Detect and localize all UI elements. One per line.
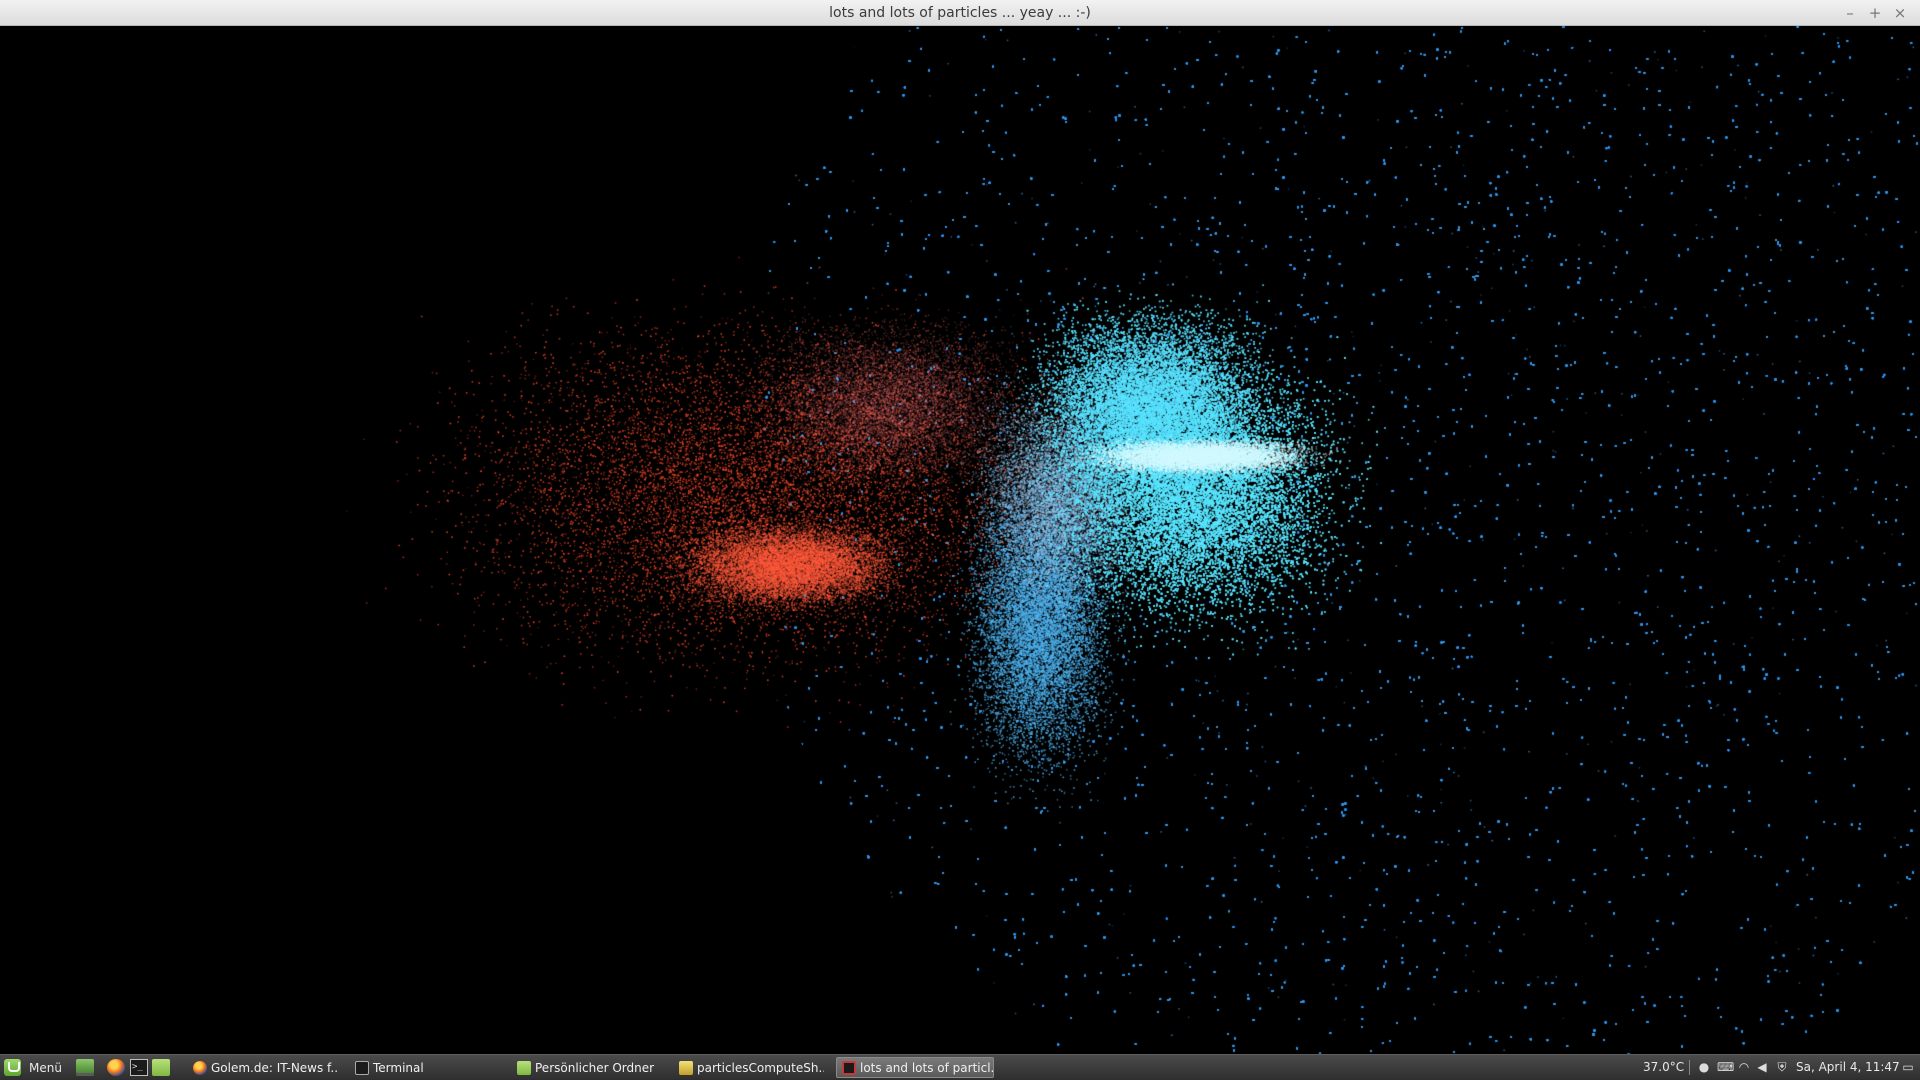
temperature-readout: 37.0°C <box>1643 1060 1685 1074</box>
maximize-button[interactable]: + <box>1865 3 1885 23</box>
minimize-button[interactable]: – <box>1840 3 1860 23</box>
files-launcher-icon[interactable] <box>152 1059 170 1076</box>
tray-separator <box>1689 1060 1690 1075</box>
folder-icon <box>517 1060 531 1075</box>
menu-label: Menü <box>29 1060 62 1075</box>
task-label: particlesComputeSh... <box>697 1060 824 1075</box>
taskbar: Menü >_ Golem.de: IT-News f... Terminal … <box>0 1054 1920 1080</box>
task-label: lots and lots of particl... <box>860 1060 994 1075</box>
opengl-window-icon <box>842 1060 856 1075</box>
particle-render-viewport[interactable] <box>1 26 1919 1054</box>
close-button[interactable]: × <box>1890 3 1910 23</box>
task-label: Persönlicher Ordner <box>535 1060 655 1075</box>
task-personal-folder[interactable]: Persönlicher Ordner <box>512 1057 662 1078</box>
task-terminal[interactable]: Terminal <box>350 1057 500 1078</box>
keyboard-icon[interactable]: ⌨ <box>1717 1060 1734 1074</box>
window-title: lots and lots of particles ... yeay ... … <box>829 5 1091 21</box>
task-label: Terminal <box>373 1060 424 1075</box>
wifi-icon[interactable]: ◠ <box>1737 1060 1751 1074</box>
particle-canvas[interactable] <box>1 26 1919 1054</box>
show-desktop-launcher-icon[interactable] <box>76 1059 94 1076</box>
mint-logo-icon <box>4 1059 21 1076</box>
task-particles-compute-shader[interactable]: particlesComputeSh... <box>674 1057 824 1078</box>
text-editor-icon <box>679 1060 693 1075</box>
task-label: Golem.de: IT-News f... <box>211 1060 338 1075</box>
terminal-icon <box>355 1060 369 1075</box>
clock[interactable]: Sa, April 4, 11:47 <box>1796 1055 1900 1080</box>
window-titlebar[interactable]: lots and lots of particles ... yeay ... … <box>0 0 1920 26</box>
volume-icon[interactable]: ◀ <box>1755 1060 1769 1074</box>
menu-button[interactable]: Menü <box>2 1055 68 1080</box>
shield-icon[interactable]: ⛨ <box>1775 1060 1789 1074</box>
task-particles-window[interactable]: lots and lots of particl... <box>836 1057 994 1078</box>
user-icon[interactable]: ● <box>1697 1060 1711 1074</box>
show-desktop-icon[interactable]: ▭ <box>1901 1060 1915 1074</box>
firefox-icon <box>193 1060 207 1075</box>
task-golem[interactable]: Golem.de: IT-News f... <box>188 1057 338 1078</box>
firefox-launcher-icon[interactable] <box>107 1059 125 1076</box>
terminal-launcher-icon[interactable]: >_ <box>130 1059 148 1076</box>
